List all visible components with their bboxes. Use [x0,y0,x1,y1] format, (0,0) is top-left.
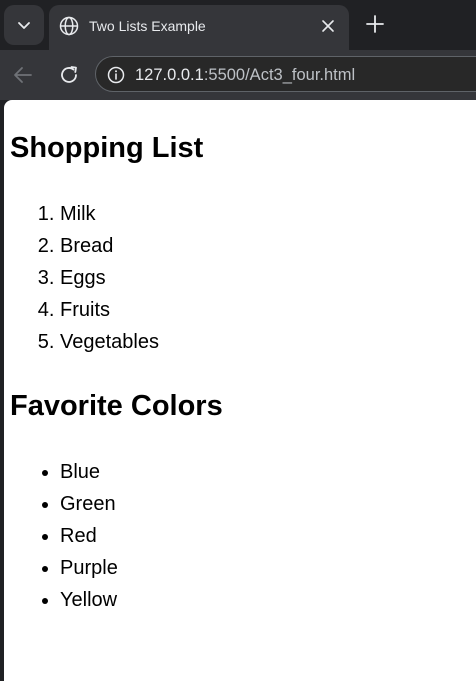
url-text: 127.0.0.1:5500/Act3_four.html [135,65,355,85]
shopping-list: Milk Bread Eggs Fruits Vegetables [60,198,159,358]
browser-chrome: Two Lists Example 127.0.0.1:5500/Act3_fo… [0,0,476,100]
tab-close-button[interactable] [317,15,339,37]
list-item: Vegetables [60,326,159,358]
active-tab[interactable]: Two Lists Example [49,5,349,50]
info-icon[interactable] [106,65,126,85]
list-item: Fruits [60,294,159,326]
shopping-list-heading: Shopping List [10,132,204,164]
back-arrow-icon [14,67,32,83]
url-host: 127.0.0.1 [135,66,204,84]
list-item: Yellow [60,584,118,616]
address-bar[interactable]: 127.0.0.1:5500/Act3_four.html [95,56,476,92]
back-button[interactable] [10,62,36,88]
reload-button[interactable] [56,62,82,88]
close-icon [322,20,334,32]
tab-title: Two Lists Example [89,18,206,34]
favorite-colors-heading: Favorite Colors [10,390,223,422]
list-item: Milk [60,198,159,230]
list-item: Blue [60,456,118,488]
tab-strip: Two Lists Example [0,0,476,50]
favorite-colors-list: Blue Green Red Purple Yellow [60,456,118,616]
list-item: Eggs [60,262,159,294]
chevron-down-icon [18,22,30,29]
list-item: Red [60,520,118,552]
list-item: Bread [60,230,159,262]
new-tab-button[interactable] [361,10,389,38]
toolbar: 127.0.0.1:5500/Act3_four.html [0,50,476,100]
tab-search-button[interactable] [4,5,44,45]
url-path: :5500/Act3_four.html [203,66,356,84]
list-item: Green [60,488,118,520]
globe-icon [59,16,79,36]
list-item: Purple [60,552,118,584]
reload-icon [61,66,77,83]
plus-icon [366,15,384,33]
